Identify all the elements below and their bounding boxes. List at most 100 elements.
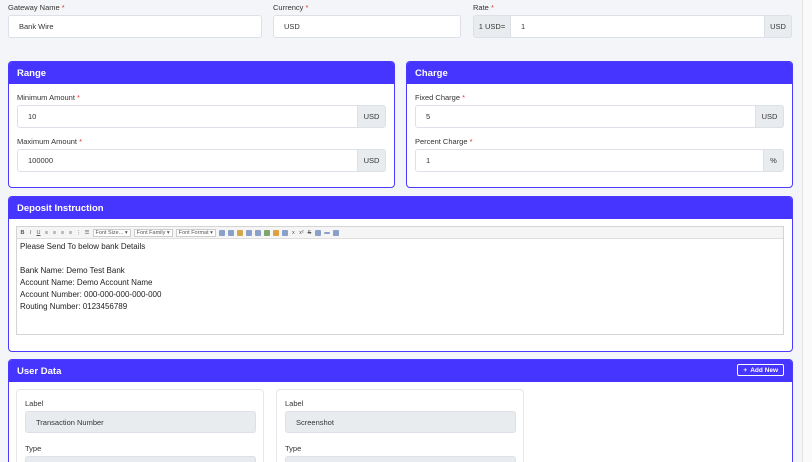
underline-button[interactable]: U (36, 230, 41, 236)
fixed-charge-label: Fixed Charge * (415, 93, 465, 102)
rich-text-editor[interactable]: B I U ≡ ≡ ≡ ≡ ⋮ ☰ Font Size... ▾ Font Fa… (16, 226, 784, 335)
add-new-button[interactable]: + Add New (737, 364, 784, 376)
table-icon[interactable] (263, 229, 270, 236)
currency-label-text: Currency (273, 3, 304, 12)
minimum-amount-label-text: Minimum Amount (17, 93, 75, 102)
image-icon[interactable] (236, 229, 243, 236)
gateway-name-label: Gateway Name * (8, 3, 65, 12)
align-center-icon[interactable]: ≡ (52, 230, 57, 236)
field-type-caption: Type (25, 444, 42, 453)
field-label-caption: Label (285, 399, 304, 408)
font-format-select-text: Font Format (178, 229, 209, 236)
minimum-amount-unit-text: USD (363, 112, 380, 121)
gateway-name-label-text: Gateway Name (8, 3, 60, 12)
range-card-header: Range (9, 62, 394, 84)
rate-suffix-addon: USD (764, 15, 792, 38)
percent-charge-unit-text: % (770, 156, 777, 165)
fixed-charge-unit: USD (755, 105, 784, 128)
editor-line: Please Send To below bank Details (20, 242, 146, 251)
field-label-value: Transaction Number (36, 417, 104, 427)
font-size-select[interactable]: Font Size... ▾ (92, 228, 131, 237)
currency-label: Currency * (273, 3, 308, 12)
rate-prefix: 1 USD= (478, 22, 506, 31)
minimum-amount-input[interactable]: 10 (17, 105, 358, 128)
outdent-icon[interactable] (227, 229, 234, 236)
horizontal-rule-icon[interactable] (323, 231, 330, 234)
ordered-list-icon[interactable]: ⋮ (76, 230, 82, 236)
font-format-select[interactable]: Font Format ▾ (175, 228, 216, 237)
field-type-select[interactable] (25, 456, 256, 462)
color-icon[interactable] (272, 229, 279, 236)
percent-charge-input[interactable]: 1 (415, 149, 764, 172)
field-label-input[interactable]: Screenshot (285, 411, 516, 433)
field-type-select[interactable] (285, 456, 516, 462)
align-justify-icon[interactable]: ≡ (68, 230, 73, 236)
fixed-charge-unit-text: USD (761, 112, 778, 121)
maximum-amount-unit: USD (357, 149, 386, 172)
font-family-select-text: Font Family (136, 229, 166, 236)
percent-charge-label-text: Percent Charge (415, 137, 468, 146)
editor-toolbar: B I U ≡ ≡ ≡ ≡ ⋮ ☰ Font Size... ▾ Font Fa… (17, 227, 783, 239)
required-mark: * (61, 3, 65, 12)
required-mark: * (305, 3, 309, 12)
italic-button[interactable]: I (28, 230, 33, 236)
media-icon[interactable] (281, 229, 288, 236)
bold-button[interactable]: B (20, 230, 25, 236)
rate-suffix: USD (770, 22, 786, 31)
unlink-icon[interactable] (254, 229, 261, 236)
field-label-caption: Label (25, 399, 44, 408)
superscript-button[interactable]: x² (299, 230, 304, 236)
editor-line: Routing Number: 0123456789 (20, 302, 128, 311)
add-new-label: Add New (750, 366, 778, 374)
align-left-icon[interactable]: ≡ (44, 230, 49, 236)
code-icon[interactable] (314, 229, 321, 236)
rate-label: Rate * (473, 3, 494, 12)
editor-line: Bank Name: Demo Test Bank (20, 266, 125, 275)
page-scrollbar[interactable] (802, 0, 812, 462)
maximum-amount-unit-text: USD (363, 156, 380, 165)
maximum-amount-value: 100000 (28, 156, 54, 165)
editor-content[interactable]: Please Send To below bank Details Bank N… (17, 239, 783, 315)
field-type-caption: Type (285, 444, 302, 453)
percent-charge-unit: % (763, 149, 784, 172)
link-icon[interactable] (245, 229, 252, 236)
required-mark: * (490, 3, 494, 12)
maximum-amount-label-text: Maximum Amount (17, 137, 78, 146)
currency-input[interactable]: USD (273, 15, 461, 38)
currency-value: USD (284, 22, 300, 31)
required-mark: * (462, 93, 466, 102)
html-source-icon[interactable] (332, 229, 339, 236)
deposit-instruction-title: Deposit Instruction (17, 202, 104, 214)
field-label-input[interactable]: Transaction Number (25, 411, 256, 433)
align-right-icon[interactable]: ≡ (60, 230, 65, 236)
fixed-charge-input[interactable]: 5 (415, 105, 756, 128)
fixed-charge-value: 5 (426, 112, 431, 121)
unordered-list-icon[interactable]: ☰ (85, 230, 90, 236)
deposit-instruction-header: Deposit Instruction (9, 197, 792, 219)
maximum-amount-label: Maximum Amount * (17, 137, 82, 146)
minimum-amount-value: 10 (28, 112, 37, 121)
percent-charge-value: 1 (426, 156, 431, 165)
subscript-button[interactable]: x (291, 230, 296, 236)
rate-input[interactable]: 1 (510, 15, 765, 38)
fixed-charge-label-text: Fixed Charge (415, 93, 461, 102)
maximum-amount-input[interactable]: 100000 (17, 149, 358, 172)
font-size-select-text: Font Size... (95, 229, 124, 236)
required-mark: * (79, 137, 83, 146)
minimum-amount-label: Minimum Amount * (17, 93, 80, 102)
gateway-name-input[interactable]: Bank Wire (8, 15, 262, 38)
indent-icon[interactable] (218, 229, 225, 236)
charge-title: Charge (415, 67, 448, 79)
minimum-amount-unit: USD (357, 105, 386, 128)
rate-label-text: Rate (473, 3, 489, 12)
required-mark: * (77, 93, 80, 102)
percent-charge-label: Percent Charge * (415, 137, 473, 146)
user-data-title: User Data (17, 365, 62, 377)
plus-icon: + (743, 366, 748, 374)
editor-line: Account Name: Demo Account Name (20, 278, 153, 287)
strikethrough-icon[interactable]: S (307, 230, 312, 236)
font-family-select[interactable]: Font Family ▾ (133, 228, 173, 237)
gateway-name-value: Bank Wire (19, 22, 54, 31)
editor-line: Account Number: 000-000-000-000-000 (20, 290, 162, 299)
